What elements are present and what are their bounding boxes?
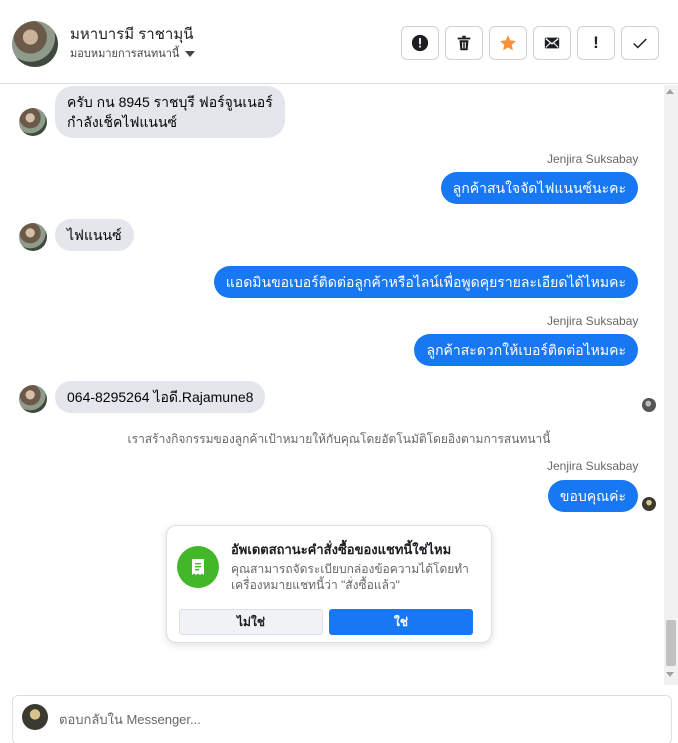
reply-input[interactable]: ตอบกลับใน Messenger... — [59, 709, 201, 730]
message-line: ครับ กน 8945 ราชบุรี ฟอร์จูนเนอร์ — [67, 94, 273, 110]
scroll-up-arrow-icon[interactable] — [666, 89, 674, 94]
block-button[interactable] — [401, 26, 439, 60]
outgoing-message[interactable]: ลูกค้าสะดวกให้เบอร์ติดต่อไหมคะ — [414, 334, 638, 366]
conversation-header: มหาบารมี ราชามุนี มอบหมายการสนทนานี้ ! — [0, 0, 678, 84]
contact-avatar[interactable] — [12, 21, 58, 67]
sender-name: Jenjira Suksabay — [547, 152, 639, 166]
incoming-message[interactable]: ครับ กน 8945 ราชบุรี ฟอร์จูนเนอร์ กำลังเ… — [55, 86, 285, 138]
receipt-icon — [177, 546, 219, 588]
exclamation-icon: ! — [593, 33, 599, 52]
seen-avatar-icon — [642, 497, 656, 511]
contact-avatar-small — [19, 223, 47, 251]
incoming-message[interactable]: ไฟแนนซ์ — [55, 219, 134, 251]
scroll-down-arrow-icon[interactable] — [666, 672, 674, 677]
done-button[interactable] — [621, 26, 659, 60]
assign-conversation-dropdown[interactable]: มอบหมายการสนทนานี้ — [70, 44, 196, 62]
block-icon — [411, 34, 429, 52]
mark-unread-button[interactable] — [533, 26, 571, 60]
envelope-icon — [544, 37, 560, 49]
trash-icon — [457, 35, 471, 51]
prompt-text: คุณสามารถจัดระเบียบกล่องข้อความได้โดยทำเ… — [231, 562, 469, 592]
thread-scrollbar[interactable] — [664, 85, 678, 685]
yes-button[interactable]: ใช่ — [329, 609, 473, 635]
star-button[interactable] — [489, 26, 527, 60]
header-actions: ! — [401, 26, 659, 60]
system-note: เราสร้างกิจกรรมของลูกค้าเป้าหมายให้กับคุ… — [127, 432, 551, 446]
no-button[interactable]: ไม่ใช่ — [179, 609, 323, 635]
order-status-prompt: อัพเดตสถานะคำสั่งซื้อของแชทนี้ใช่ไหม คุณ… — [166, 525, 492, 643]
caret-down-icon — [185, 50, 196, 57]
incoming-message[interactable]: 064-8295264 ไอดี.Rajamune8 — [55, 381, 266, 413]
sender-name: Jenjira Suksabay — [547, 459, 639, 473]
star-icon — [500, 35, 516, 51]
delete-button[interactable] — [445, 26, 483, 60]
outgoing-message[interactable]: ขอบคุณค่ะ — [547, 480, 638, 512]
contact-name[interactable]: มหาบารมี ราชามุนี — [70, 22, 193, 46]
spam-button[interactable]: ! — [577, 26, 615, 60]
message-line: กำลังเช็คไฟแนนซ์ — [67, 114, 178, 130]
outgoing-message[interactable]: ลูกค้าสนใจจัดไฟแนนซ์นะคะ — [440, 172, 638, 204]
reply-composer[interactable]: ตอบกลับใน Messenger... — [12, 695, 672, 743]
seen-avatar-icon — [642, 398, 656, 412]
outgoing-message[interactable]: แอดมินขอเบอร์ติดต่อลูกค้าหรือไลน์เพื่อพู… — [213, 266, 638, 298]
contact-avatar-small — [19, 108, 47, 136]
prompt-title: อัพเดตสถานะคำสั่งซื้อของแชทนี้ใช่ไหม — [231, 542, 452, 557]
page-avatar — [22, 704, 48, 730]
check-icon — [633, 38, 647, 49]
sender-name: Jenjira Suksabay — [547, 314, 639, 328]
assign-label: มอบหมายการสนทนานี้ — [70, 48, 180, 60]
scrollbar-thumb[interactable] — [666, 620, 676, 666]
contact-avatar-small — [19, 385, 47, 413]
